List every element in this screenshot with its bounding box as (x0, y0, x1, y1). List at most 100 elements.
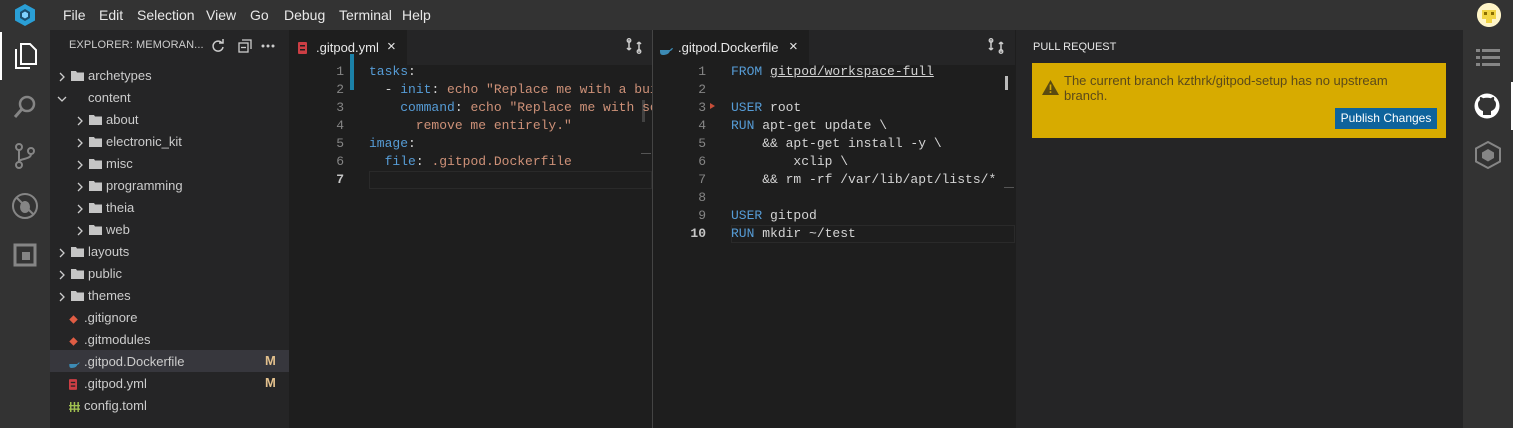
file-item[interactable]: .gitmodules (50, 328, 289, 350)
deleted-line-marker-icon (710, 96, 715, 114)
code-token: : (431, 82, 448, 97)
warning-message: The current branch kzthrk/gitpod-setup h… (1064, 73, 1388, 103)
open-changes-icon[interactable] (988, 38, 1004, 59)
git-file-icon (69, 312, 78, 327)
code-line: RUN apt-get update \ (731, 118, 887, 133)
collapse-all-icon[interactable] (238, 39, 252, 58)
code-token: mkdir ~/test (762, 226, 856, 241)
menu-edit[interactable]: Edit (99, 0, 123, 30)
search-icon[interactable] (0, 82, 50, 130)
editor-gitpod-yml[interactable]: .gitpod.yml × 1 2 3 4 5 6 7 tasks: - init: ech… (289, 30, 652, 428)
debug-icon[interactable] (0, 182, 50, 230)
docker-file-icon (660, 42, 673, 60)
code-token: command (400, 100, 455, 115)
folder-icon (89, 201, 102, 213)
more-actions-icon[interactable] (261, 39, 275, 58)
warning-box: The current branch kzthrk/gitpod-setup h… (1032, 63, 1446, 138)
tree-item-label: .gitpod.yml (84, 376, 147, 391)
line-number: 7 (698, 172, 706, 187)
toml-file-icon (69, 400, 80, 415)
code-token: .gitpod.Dockerfile (431, 154, 572, 169)
vertical-scrollbar[interactable] (1005, 76, 1008, 90)
refresh-icon[interactable] (211, 39, 225, 58)
menu-bar: File Edit Selection View Go Debug Terminal Help (0, 0, 1513, 30)
line-number: 4 (336, 118, 344, 133)
editor-gitpod-dockerfile[interactable]: .gitpod.Dockerfile × 1 2 3 4 5 6 7 8 9 10 FROM gi… (653, 30, 1015, 428)
chevron-right-icon (75, 202, 85, 214)
menu-help[interactable]: Help (402, 0, 431, 30)
code-token: USER (731, 100, 771, 115)
folder-item[interactable]: programming (50, 174, 289, 196)
code-line: xclip \ (731, 154, 848, 169)
code-token: image (369, 136, 409, 151)
folder-item[interactable]: public (50, 262, 289, 284)
user-avatar[interactable] (1477, 3, 1501, 27)
outline-icon[interactable] (1476, 48, 1500, 73)
open-changes-icon[interactable] (626, 38, 642, 59)
folder-icon (89, 223, 102, 235)
folder-item[interactable]: electronic_kit (50, 130, 289, 152)
explorer-icon[interactable] (0, 32, 52, 80)
code-token: remove me entirely." (369, 118, 572, 133)
folder-item[interactable]: web (50, 218, 289, 240)
tree-item-label: about (106, 112, 139, 127)
menu-debug[interactable]: Debug (284, 0, 325, 30)
code-token: gitpod/workspace-full (770, 64, 934, 79)
folder-item[interactable]: theia (50, 196, 289, 218)
line-number: 1 (336, 64, 344, 79)
github-icon[interactable] (1463, 82, 1513, 130)
menu-view[interactable]: View (206, 0, 236, 30)
folder-item[interactable]: themes (50, 284, 289, 306)
tab-close-icon[interactable]: × (387, 38, 396, 55)
menu-selection[interactable]: Selection (137, 0, 195, 30)
chevron-right-icon (57, 70, 67, 82)
code-token: && rm -rf /var/lib/apt/lists/* (731, 172, 997, 187)
code-token: gitpod (770, 208, 817, 223)
tree-item-label: theia (106, 200, 135, 215)
git-file-icon (69, 334, 78, 349)
line-number: 4 (698, 118, 706, 133)
file-item[interactable]: .gitpod.yml M (50, 372, 289, 394)
tab-gitpod-yml[interactable]: .gitpod.yml × (289, 30, 407, 65)
tree-item-label: .gitmodules (84, 332, 151, 347)
chevron-right-icon (75, 114, 85, 126)
line-number: 7 (336, 172, 344, 187)
code-line: RUN mkdir ~/test (731, 226, 856, 241)
file-item[interactable]: .gitignore (50, 306, 289, 328)
tab-gitpod-dockerfile[interactable]: .gitpod.Dockerfile × (653, 30, 809, 65)
gitpod-icon[interactable] (1475, 140, 1501, 174)
menu-go[interactable]: Go (250, 0, 269, 30)
tab-close-icon[interactable]: × (789, 38, 798, 55)
tree-item-label: electronic_kit (106, 134, 182, 149)
tree-item-label: misc (106, 156, 133, 171)
docker-file-icon (69, 356, 80, 371)
folder-icon (89, 113, 102, 125)
extensions-icon[interactable] (0, 232, 50, 280)
tree-item-label: config.toml (84, 398, 147, 413)
source-control-icon[interactable] (0, 132, 50, 180)
folder-item[interactable]: misc (50, 152, 289, 174)
menu-terminal[interactable]: Terminal (339, 0, 392, 30)
theia-logo-icon (13, 3, 37, 27)
folder-item[interactable]: about (50, 108, 289, 130)
publish-changes-button[interactable]: Publish Changes (1335, 108, 1437, 129)
tab-label: .gitpod.yml (316, 40, 379, 55)
line-number: 2 (698, 82, 706, 97)
code-line: USER gitpod (731, 208, 817, 223)
line-number: 9 (698, 208, 706, 223)
line-number: 10 (690, 226, 706, 241)
tree-item-label: content (88, 90, 131, 105)
code-line: FROM gitpod/workspace-full (731, 64, 934, 79)
file-item[interactable]: config.toml (50, 394, 289, 416)
code-line: command: echo "Replace me with some (369, 100, 652, 115)
menu-file[interactable]: File (63, 0, 86, 30)
code-line: USER root (731, 100, 801, 115)
tree-item-label: .gitignore (84, 310, 138, 325)
file-item[interactable]: .gitpod.Dockerfile M (50, 350, 289, 372)
folder-item[interactable]: layouts (50, 240, 289, 262)
code-token: : (408, 136, 416, 151)
folder-item[interactable]: archetypes (50, 64, 289, 86)
folder-item[interactable]: content (50, 86, 289, 108)
overview-ruler-mark (1004, 187, 1014, 188)
